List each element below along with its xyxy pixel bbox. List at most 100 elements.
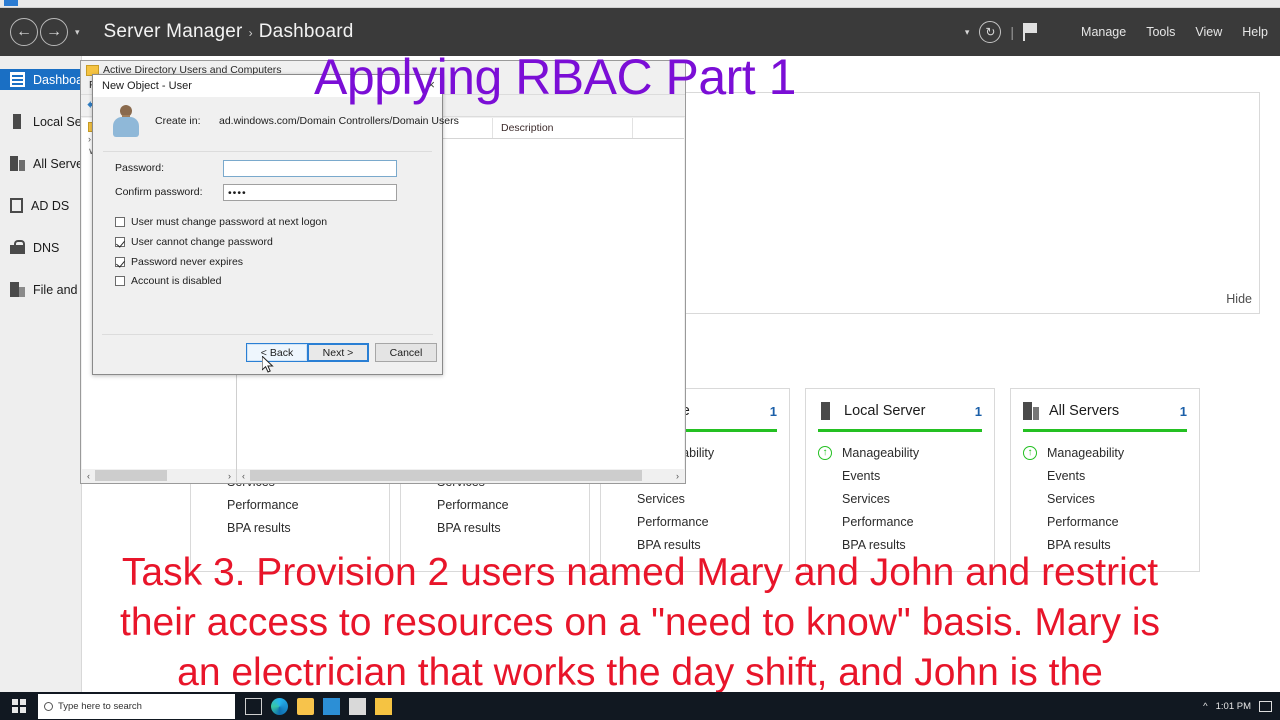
- tile-line-events[interactable]: Events: [1023, 464, 1187, 487]
- tray-chevron-up-icon[interactable]: ^: [1203, 701, 1207, 712]
- search-icon: [44, 701, 53, 711]
- ad-ds-icon: [10, 198, 23, 213]
- refresh-icon[interactable]: ↻: [979, 21, 1002, 43]
- menu-manage[interactable]: Manage: [1081, 25, 1126, 39]
- breadcrumb-current: Dashboard: [258, 21, 354, 42]
- video-title-overlay: Applying RBAC Part 1: [314, 49, 796, 105]
- tile-line-manageability[interactable]: ↑ Manageability: [1023, 441, 1187, 464]
- tile-line-performance[interactable]: Performance: [613, 510, 777, 533]
- menu-tools[interactable]: Tools: [1146, 25, 1175, 39]
- column-header-description[interactable]: Description: [493, 118, 633, 138]
- clock[interactable]: 1:01 PM: [1216, 701, 1251, 712]
- next-button[interactable]: Next >: [307, 343, 369, 362]
- back-icon[interactable]: ←: [10, 18, 38, 46]
- scrollbar-thumb[interactable]: [250, 470, 642, 481]
- menu-help[interactable]: Help: [1242, 25, 1268, 39]
- password-input[interactable]: [223, 160, 397, 177]
- system-tray: ^ 1:01 PM: [1203, 700, 1280, 712]
- edge-icon[interactable]: [271, 697, 288, 715]
- checkbox-box[interactable]: [115, 276, 125, 286]
- scrollbar-thumb[interactable]: [95, 470, 167, 481]
- breadcrumb: Server Manager › Dashboard: [104, 21, 354, 43]
- history-chevron-down-icon[interactable]: ▾: [75, 27, 80, 38]
- aduc-icon[interactable]: [375, 697, 392, 715]
- checkbox-box[interactable]: [115, 237, 125, 247]
- menu-view[interactable]: View: [1195, 25, 1222, 39]
- scroll-right-icon[interactable]: ›: [671, 471, 684, 481]
- tile-line-manageability[interactable]: ↑ Manageability: [818, 441, 982, 464]
- tile-line-services[interactable]: Services: [1023, 487, 1187, 510]
- dns-icon: [10, 240, 25, 255]
- notifications-icon[interactable]: [1259, 700, 1272, 712]
- sidebar-item-file-and-storage-services[interactable]: File and Storage Services: [0, 279, 176, 300]
- tile-line-services[interactable]: Services: [613, 487, 777, 510]
- tile-status-bar: [818, 429, 982, 432]
- taskbar-icons: [245, 697, 392, 715]
- dialog-divider-top: [103, 151, 432, 152]
- checkbox-label: User cannot change password: [131, 236, 273, 248]
- aduc-tree-hscrollbar[interactable]: ‹ ›: [82, 469, 236, 482]
- create-in-value: ad.windows.com/Domain Controllers/Domain…: [219, 115, 459, 127]
- forward-icon[interactable]: →: [40, 18, 68, 46]
- server-icon: [818, 402, 834, 420]
- checkbox-box[interactable]: [115, 217, 125, 227]
- tile-line[interactable]: Performance: [203, 493, 377, 516]
- hide-label: Hide: [1226, 292, 1252, 306]
- checkbox-label: User must change password at next logon: [131, 216, 328, 228]
- sidebar-item-ad-ds[interactable]: AD DS: [0, 195, 81, 216]
- tile-line-performance[interactable]: Performance: [1023, 510, 1187, 533]
- tile-count: 1: [1179, 403, 1187, 419]
- tile-header: Local Server 1: [818, 397, 982, 425]
- tile-all-servers[interactable]: All Servers 1 ↑ Manageability Events Ser…: [1010, 388, 1200, 572]
- header-chevron-down-icon[interactable]: ▾: [965, 27, 970, 38]
- status-up-icon: ↑: [818, 445, 832, 460]
- notifications-flag-icon[interactable]: [1023, 23, 1039, 41]
- tile-title: Local Server: [844, 403, 926, 419]
- tile-line[interactable]: BPA results: [203, 516, 377, 539]
- scroll-left-icon[interactable]: ‹: [82, 471, 95, 481]
- file-explorer-icon[interactable]: [297, 697, 314, 715]
- scroll-right-icon[interactable]: ›: [223, 471, 236, 481]
- sidebar-item-label: AD DS: [31, 198, 70, 213]
- start-button[interactable]: [0, 692, 38, 720]
- aduc-list-hscrollbar[interactable]: ‹ ›: [237, 469, 684, 482]
- scroll-left-icon[interactable]: ‹: [237, 471, 250, 481]
- checkbox-password-never-expires[interactable]: Password never expires: [115, 256, 243, 268]
- task-view-icon[interactable]: [245, 697, 262, 715]
- checkbox-label: Account is disabled: [131, 275, 222, 287]
- sidebar-item-dashboard[interactable]: Dashboard: [0, 69, 94, 90]
- confirm-password-input[interactable]: [223, 184, 397, 201]
- breadcrumb-separator-icon: ›: [248, 26, 253, 40]
- checkbox-user-cannot-change-password[interactable]: User cannot change password: [115, 236, 273, 248]
- tile-status-bar: [1023, 429, 1187, 432]
- new-object-user-dialog[interactable]: New Object - User × Create in: ad.window…: [92, 74, 459, 375]
- sidebar-item-label: DNS: [33, 240, 60, 255]
- checkbox-account-is-disabled[interactable]: Account is disabled: [115, 275, 221, 287]
- tile-line-performance[interactable]: Performance: [818, 510, 982, 533]
- sidebar-item-dns[interactable]: DNS: [0, 237, 81, 258]
- server-manager-icon[interactable]: [349, 697, 366, 715]
- screen: ← → ▾ Server Manager › Dashboard ▾ ↻ | Man…: [0, 0, 1280, 720]
- sidebar-item-all-servers[interactable]: All Servers: [0, 153, 93, 174]
- taskbar: Type here to search ^ 1:01 PM: [0, 692, 1280, 720]
- hide-link[interactable]: Hide: [1226, 292, 1252, 306]
- user-avatar-icon: [113, 105, 139, 137]
- tile-line[interactable]: BPA results: [413, 516, 577, 539]
- welcome-panel: [680, 92, 1260, 314]
- tile-line-services[interactable]: Services: [818, 487, 982, 510]
- tile-line[interactable]: Performance: [413, 493, 577, 516]
- tile-count: 1: [769, 403, 777, 419]
- search-input[interactable]: Type here to search: [38, 693, 235, 719]
- breadcrumb-root[interactable]: Server Manager: [104, 21, 243, 42]
- checkbox-user-must-change-password[interactable]: User must change password at next logon: [115, 216, 327, 228]
- back-button[interactable]: < Back: [246, 343, 308, 362]
- tile-line-events[interactable]: Events: [818, 464, 982, 487]
- tile-count: 1: [974, 403, 982, 419]
- sidebar-item-local-server[interactable]: Local Server: [0, 111, 103, 132]
- servers-icon: [1023, 402, 1039, 420]
- store-icon[interactable]: [323, 697, 340, 715]
- tile-local-server[interactable]: Local Server 1 ↑ Manageability Events Se…: [805, 388, 995, 572]
- cancel-button[interactable]: Cancel: [375, 343, 437, 362]
- checkbox-box[interactable]: [115, 257, 125, 267]
- navigation-arrows: ← → ▾: [10, 18, 80, 46]
